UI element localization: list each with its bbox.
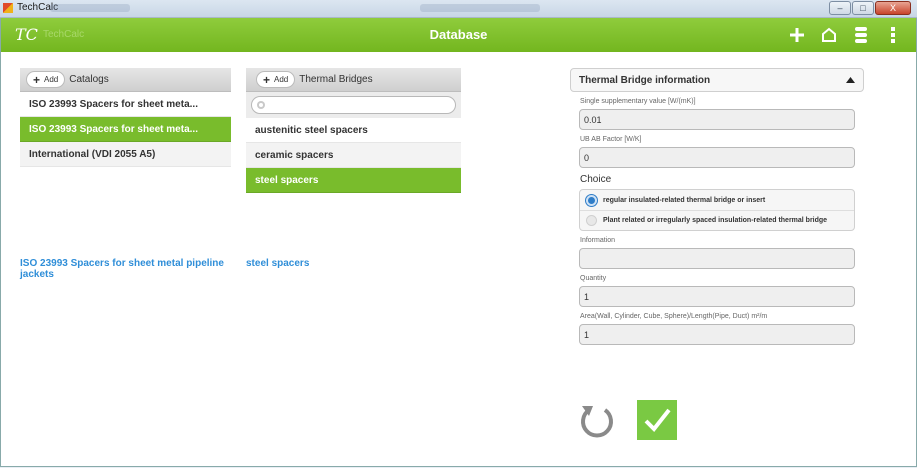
undo-icon <box>581 406 613 438</box>
thermal-bridge-item[interactable]: ceramic spacers <box>246 143 461 168</box>
home-icon[interactable] <box>820 26 838 44</box>
close-button[interactable]: X <box>875 1 911 15</box>
search-field[interactable] <box>251 96 456 114</box>
radio-unselected-icon[interactable] <box>586 215 597 226</box>
window-controls: – □ X <box>828 1 911 15</box>
catalogs-title: Catalogs <box>69 74 109 85</box>
ub-factor-input[interactable]: 0 <box>579 147 855 168</box>
more-vertical-icon[interactable] <box>884 26 902 44</box>
selected-thermal-bridge-link[interactable]: steel spacers <box>246 258 396 269</box>
choice-option-regular[interactable]: regular insulated-related thermal bridge… <box>580 190 854 210</box>
search-input[interactable] <box>268 99 452 113</box>
selected-catalog-link[interactable]: ISO 23993 Spacers for sheet metal pipeli… <box>20 258 225 280</box>
quantity-label: Quantity <box>580 275 607 282</box>
radio-selected-icon[interactable] <box>586 194 597 206</box>
add-catalog-button[interactable]: + Add <box>26 71 66 88</box>
minimize-button[interactable]: – <box>829 1 851 15</box>
area-input[interactable]: 1 <box>579 324 855 345</box>
app-header: TC TechCalc Database <box>1 18 916 52</box>
thermal-bridges-title: Thermal Bridges <box>299 74 373 85</box>
information-label: Information <box>580 237 616 244</box>
catalog-item-selected[interactable]: ISO 23993 Spacers for sheet meta... <box>20 117 231 142</box>
blurred-title-area-2 <box>420 4 540 12</box>
window-titlebar: TechCalc – □ X <box>0 0 917 18</box>
reset-button[interactable] <box>579 400 615 443</box>
catalog-item[interactable]: International (VDI 2055 A5) <box>20 142 231 167</box>
search-bar <box>246 92 461 118</box>
catalogs-header: + Add Catalogs <box>20 68 231 92</box>
app-window: TC TechCalc Database + Add Catalogs ISO … <box>0 18 917 467</box>
choice-option-label: Plant related or irregularly spaced insu… <box>603 217 828 224</box>
add-thermal-bridge-button[interactable]: + Add <box>256 71 296 88</box>
catalogs-panel: + Add Catalogs ISO 23993 Spacers for she… <box>20 68 231 167</box>
plus-icon: + <box>33 72 41 87</box>
checkmark-icon <box>644 408 671 433</box>
thermal-bridge-item[interactable]: austenitic steel spacers <box>246 118 461 143</box>
app-icon <box>3 3 13 13</box>
collapse-icon[interactable] <box>846 75 855 86</box>
plus-icon: + <box>263 72 271 87</box>
search-icon <box>256 100 266 113</box>
info-header[interactable]: Thermal Bridge information <box>570 68 864 92</box>
choice-label: Choice <box>580 174 612 185</box>
catalog-item[interactable]: ISO 23993 Spacers for sheet meta... <box>20 92 231 117</box>
maximize-button[interactable]: □ <box>852 1 874 15</box>
thermal-bridge-item-selected[interactable]: steel spacers <box>246 168 461 193</box>
add-catalog-label: Add <box>44 75 59 84</box>
area-label: Area(Wall, Cylinder, Cube, Sphere)/Lengt… <box>580 313 768 320</box>
save-button[interactable] <box>637 400 677 440</box>
single-value-input[interactable]: 0.01 <box>579 109 855 130</box>
single-value-label: Single supplementary value [W/(mK)] <box>580 98 696 105</box>
database-icon[interactable] <box>852 26 870 44</box>
header-toolbar <box>774 26 902 44</box>
choice-option-plant[interactable]: Plant related or irregularly spaced insu… <box>580 210 854 230</box>
thermal-bridges-header: + Add Thermal Bridges <box>246 68 461 92</box>
blurred-title-area <box>50 4 130 12</box>
ub-factor-label: UB AB Factor [W/K] <box>580 136 642 143</box>
choice-option-label: regular insulated-related thermal bridge… <box>603 196 766 204</box>
information-input[interactable] <box>579 248 855 269</box>
thermal-bridge-info-form: Thermal Bridge information Single supple… <box>570 68 864 345</box>
info-header-title: Thermal Bridge information <box>579 74 711 86</box>
choice-radio-group: regular insulated-related thermal bridge… <box>579 189 855 231</box>
add-icon[interactable] <box>788 26 806 44</box>
quantity-input[interactable]: 1 <box>579 286 855 307</box>
add-thermal-bridge-label: Add <box>274 75 289 84</box>
thermal-bridges-panel: + Add Thermal Bridges austenitic steel s… <box>246 68 461 193</box>
